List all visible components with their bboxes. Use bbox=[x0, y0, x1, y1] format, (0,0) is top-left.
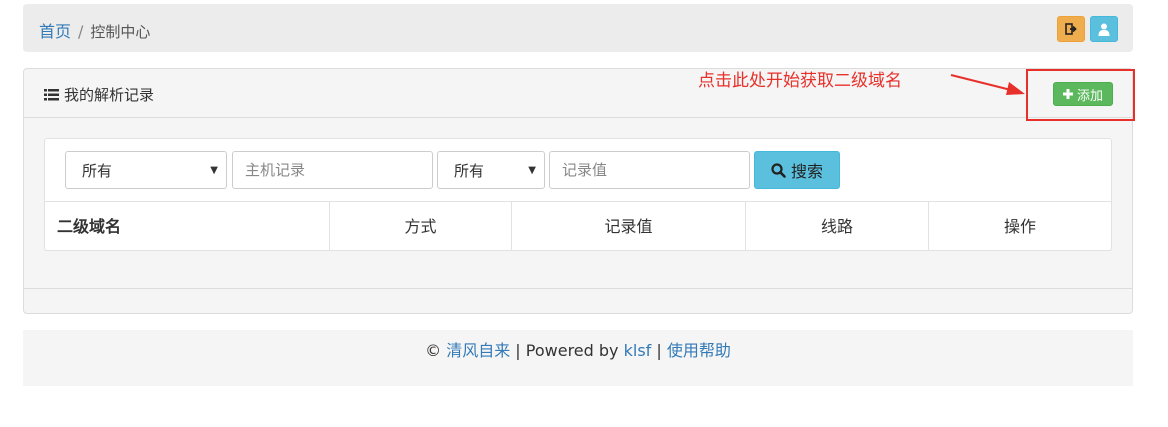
search-icon bbox=[771, 162, 786, 178]
panel-footer-divider bbox=[24, 288, 1132, 289]
panel-header: 我的解析记录 点击此处开始获取二级域名 添加 bbox=[24, 69, 1135, 121]
record-value-input[interactable]: 记录值 bbox=[549, 151, 750, 189]
annotation-text: 点击此处开始获取二级域名 bbox=[698, 71, 902, 91]
record-value-placeholder: 记录值 bbox=[562, 161, 608, 179]
page: 首页 / 控制中心 我的解析记录 点击此处开始获取二级域名 添加 所有 ▼ 主机… bbox=[0, 0, 1168, 427]
type-select-value: 所有 bbox=[82, 162, 113, 180]
help-link[interactable]: 使用帮助 bbox=[667, 341, 731, 360]
breadcrumb-separator: / bbox=[78, 22, 84, 41]
column-header-actions: 操作 bbox=[929, 202, 1111, 251]
breadcrumb-current: 控制中心 bbox=[90, 23, 151, 41]
list-icon bbox=[44, 88, 59, 100]
site-footer: © 清风自来 | Powered by klsf | 使用帮助 bbox=[23, 330, 1133, 386]
line-select-value: 所有 bbox=[454, 162, 485, 180]
user-button[interactable] bbox=[1090, 16, 1118, 42]
add-button[interactable]: 添加 bbox=[1053, 82, 1113, 106]
plus-icon bbox=[1062, 89, 1073, 99]
sign-out-icon bbox=[1065, 23, 1077, 35]
user-icon bbox=[1098, 23, 1110, 36]
copyright-symbol: © bbox=[425, 341, 442, 360]
site-name-link[interactable]: 清风自来 bbox=[446, 341, 510, 360]
records-table-container: 所有 ▼ 主机记录 所有 ▼ 记录值 搜索 二级域名 方式 记录值 线路 操作 bbox=[44, 138, 1112, 251]
panel-title: 我的解析记录 bbox=[44, 84, 154, 105]
search-button-label: 搜索 bbox=[790, 162, 823, 181]
host-record-input[interactable]: 主机记录 bbox=[232, 151, 433, 189]
footer-divider: | bbox=[656, 341, 662, 360]
annotation-arrow bbox=[950, 74, 1025, 95]
chevron-down-icon: ▼ bbox=[528, 165, 536, 176]
breadcrumb-home-link[interactable]: 首页 bbox=[39, 22, 71, 41]
chevron-down-icon: ▼ bbox=[210, 165, 218, 176]
type-select[interactable]: 所有 ▼ bbox=[65, 151, 227, 189]
table-header: 二级域名 方式 记录值 线路 操作 bbox=[45, 201, 1111, 251]
records-panel: 我的解析记录 点击此处开始获取二级域名 添加 所有 ▼ 主机记录 所有 ▼ 记录… bbox=[23, 68, 1135, 314]
column-header-type: 方式 bbox=[330, 202, 512, 251]
powered-by-text: | Powered by bbox=[515, 341, 619, 360]
breadcrumb-bar: 首页 / 控制中心 bbox=[23, 4, 1133, 52]
author-link[interactable]: klsf bbox=[624, 341, 652, 360]
column-header-value: 记录值 bbox=[512, 202, 746, 251]
column-header-line: 线路 bbox=[746, 202, 929, 251]
panel-title-text: 我的解析记录 bbox=[64, 86, 155, 104]
add-button-label: 添加 bbox=[1076, 88, 1103, 104]
logout-button[interactable] bbox=[1057, 16, 1085, 42]
breadcrumb: 首页 / 控制中心 bbox=[39, 18, 150, 42]
search-button[interactable]: 搜索 bbox=[754, 151, 840, 189]
column-header-subdomain: 二级域名 bbox=[45, 202, 330, 251]
line-select[interactable]: 所有 ▼ bbox=[437, 151, 545, 189]
host-record-placeholder: 主机记录 bbox=[245, 161, 306, 179]
